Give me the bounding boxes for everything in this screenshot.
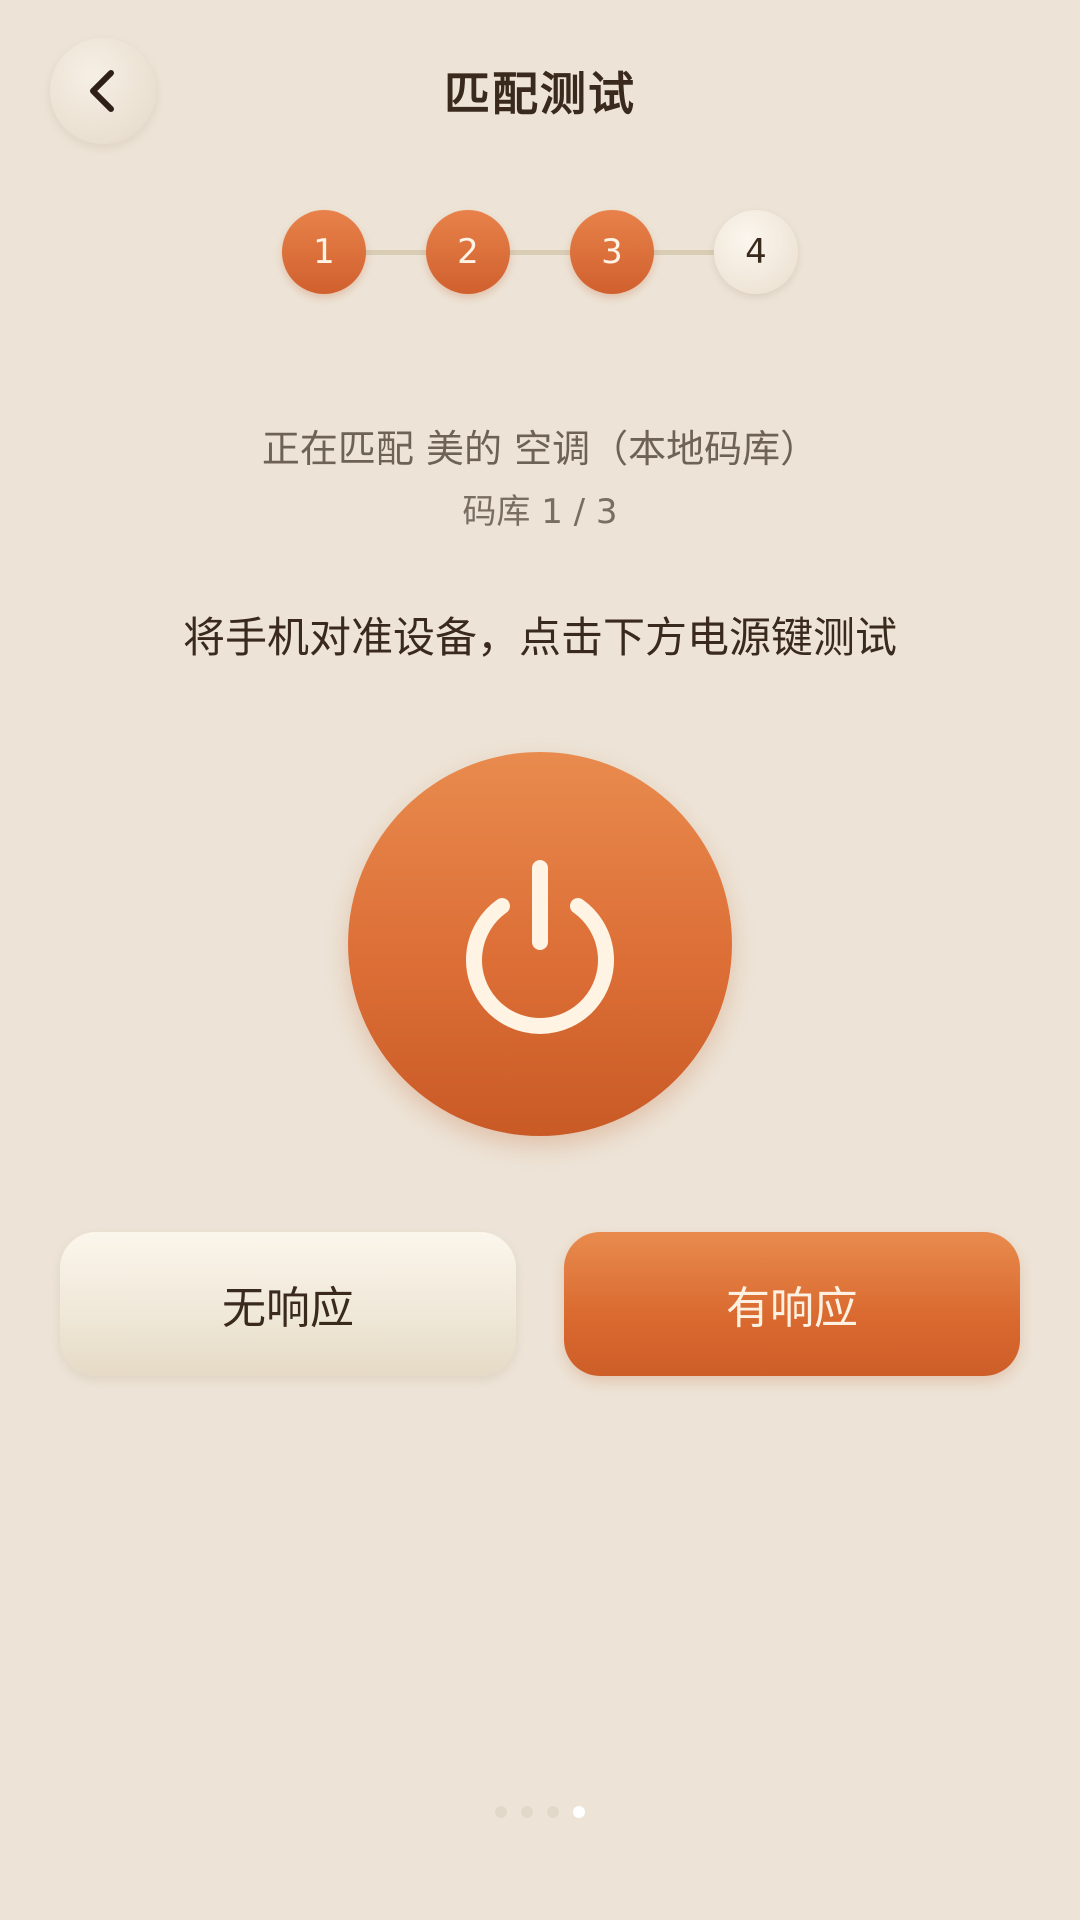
- page-title: 匹配测试: [444, 67, 636, 121]
- page-dot-active: [573, 1806, 585, 1818]
- step-connector: [322, 250, 758, 255]
- power-icon: [466, 860, 614, 1034]
- has-response-button[interactable]: 有响应: [564, 1232, 1020, 1376]
- step-1: 1: [282, 210, 366, 294]
- no-response-button[interactable]: 无响应: [60, 1232, 516, 1376]
- power-button[interactable]: [348, 752, 732, 1136]
- page-indicator: [0, 1806, 1080, 1818]
- page-dot: [547, 1806, 559, 1818]
- library-progress: 码库 1 / 3: [462, 492, 618, 532]
- page-dot: [521, 1806, 533, 1818]
- instruction-text: 将手机对准设备，点击下方电源键测试: [182, 613, 897, 662]
- step-indicator: 1 2 3 4: [282, 210, 798, 294]
- response-actions: 无响应 有响应: [60, 1232, 1020, 1376]
- step-2: 2: [426, 210, 510, 294]
- step-4: 4: [714, 210, 798, 294]
- matching-status: 正在匹配 美的 空调（本地码库）: [261, 427, 819, 471]
- step-3: 3: [570, 210, 654, 294]
- page-dot: [495, 1806, 507, 1818]
